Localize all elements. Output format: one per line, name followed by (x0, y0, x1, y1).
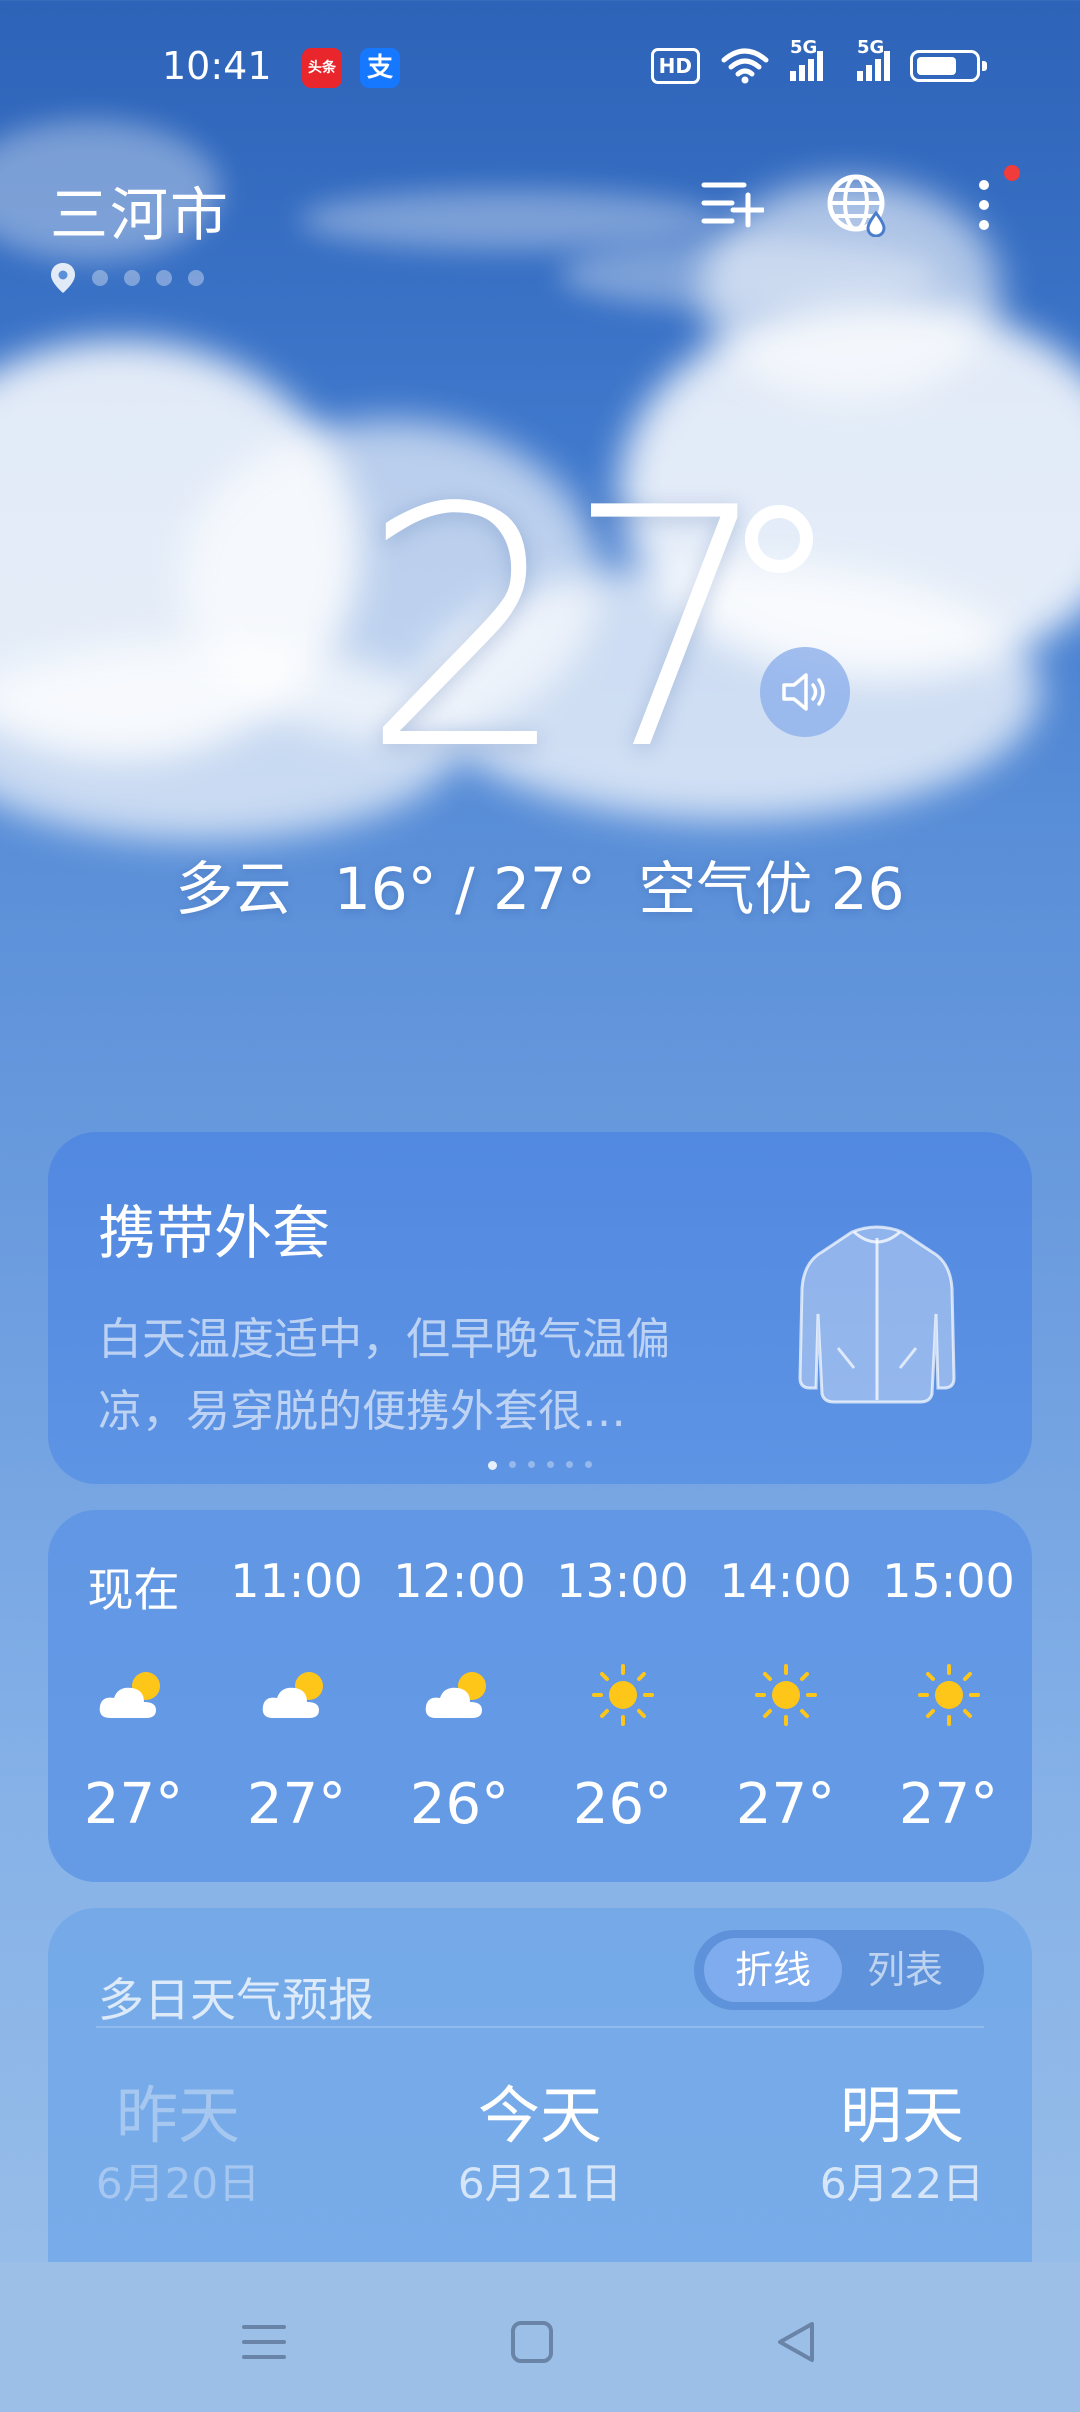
city-name[interactable]: 三河市 (50, 168, 230, 252)
hour-temp: 27° (735, 1772, 836, 1837)
recent-apps-button[interactable] (224, 2302, 304, 2382)
wifi-icon (721, 48, 769, 84)
status-time: 10:41 (162, 44, 272, 88)
divider (96, 2026, 984, 2028)
menu-icon (242, 2325, 286, 2359)
alipay-app-icon: 支 (360, 48, 400, 88)
forecast-day-today[interactable]: 今天 6月21日 (410, 2078, 670, 2214)
page-dot (92, 270, 108, 286)
tip-carousel-indicator (48, 1461, 1032, 1470)
line-chart-mode-option[interactable]: 折线 (704, 1938, 842, 2002)
air-quality-text[interactable]: 空气优 26 (638, 855, 904, 923)
degree-symbol (745, 505, 813, 573)
add-list-icon (701, 182, 764, 228)
battery-icon (910, 50, 987, 82)
sunny-icon (591, 1664, 654, 1726)
partly-cloudy-icon (425, 1672, 486, 1718)
hour-temp: 27° (246, 1772, 347, 1837)
clothing-tip-card[interactable]: 携带外套 白天温度适中，但早晚气温偏凉，易穿脱的便携外套很… (48, 1132, 1032, 1484)
sunny-icon (917, 1664, 980, 1726)
carousel-dot (585, 1461, 592, 1468)
carousel-dot (528, 1461, 535, 1468)
current-temperature: 27 (360, 438, 774, 822)
more-menu-button[interactable] (944, 165, 1024, 245)
hour-temp: 26° (409, 1772, 510, 1837)
hour-time: 12:00 (393, 1554, 526, 1608)
forecast-title: 多日天气预报 (98, 1973, 374, 2027)
sunny-icon (754, 1664, 817, 1726)
partly-cloudy-icon (99, 1672, 160, 1718)
system-navigation-bar (0, 2262, 1080, 2412)
add-city-button[interactable] (692, 165, 772, 245)
day-date: 6月21日 (457, 2159, 623, 2208)
day-name: 今天 (477, 2079, 602, 2152)
day-date: 6月22日 (819, 2159, 985, 2208)
signal-5g-icon-2: 5G (857, 37, 890, 81)
status-bar: 10:41 头条 支 HD 5G 5G (0, 0, 1080, 140)
carousel-dot-active (488, 1461, 497, 1470)
weather-summary: 多云 16° / 27° 空气优 26 (0, 842, 1080, 926)
hour-temp: 27° (898, 1772, 999, 1837)
carousel-dot (547, 1461, 554, 1468)
status-icons: HD 5G 5G (650, 37, 987, 86)
page-dot (124, 270, 140, 286)
page-dot (156, 270, 172, 286)
city-page-indicator (50, 262, 204, 294)
hourly-forecast-card[interactable]: 现在 27° 11:00 27° 12:00 26° 13:00 26° 14:… (48, 1510, 1032, 1882)
tip-title: 携带外套 (98, 1199, 331, 1267)
home-button[interactable] (492, 2302, 572, 2382)
forecast-day-yesterday[interactable]: 昨天 6月20日 (48, 2078, 308, 2214)
multi-day-forecast-card[interactable]: 多日天气预报 折线 列表 昨天 6月20日 今天 6月21日 明天 6月22日 (48, 1908, 1032, 2268)
signal-5g-icon-1: 5G (790, 37, 823, 81)
more-vertical-icon (979, 180, 989, 230)
globe-icon (827, 174, 886, 237)
location-pin-icon (51, 263, 75, 293)
home-square-icon (511, 2321, 553, 2363)
page-dot (188, 270, 204, 286)
carousel-dot (509, 1461, 516, 1468)
hour-time: 15:00 (882, 1554, 1015, 1608)
carousel-dot (566, 1461, 573, 1468)
speaker-icon (782, 673, 825, 711)
partly-cloudy-icon (262, 1672, 323, 1718)
tip-body: 白天温度适中，但早晚气温偏凉，易穿脱的便携外套很… (98, 1314, 670, 1437)
hour-temp: 26° (572, 1772, 673, 1837)
forecast-day-tomorrow[interactable]: 明天 6月22日 (772, 2078, 1032, 2214)
jacket-icon (798, 1225, 956, 1404)
hd-voice-icon: HD (650, 48, 700, 84)
day-date: 6月20日 (95, 2159, 261, 2208)
back-button[interactable] (756, 2302, 836, 2382)
temperature-range: 16° / 27° (333, 855, 596, 923)
voice-broadcast-button[interactable] (760, 647, 850, 737)
hour-time: 现在 (87, 1563, 180, 1617)
hour-temp: 27° (83, 1772, 184, 1837)
toutiao-app-icon: 头条 (302, 48, 342, 88)
condition-text: 多云 (175, 855, 292, 923)
back-triangle-icon (778, 2322, 814, 2362)
hour-time: 13:00 (556, 1554, 689, 1608)
hour-time: 11:00 (230, 1554, 363, 1608)
day-name: 昨天 (115, 2079, 240, 2152)
view-mode-toggle[interactable]: 折线 列表 (694, 1930, 984, 2010)
list-mode-option[interactable]: 列表 (836, 1938, 974, 2002)
hour-time: 14:00 (719, 1554, 852, 1608)
day-name: 明天 (839, 2079, 964, 2152)
notification-dot (1004, 165, 1020, 181)
globe-button[interactable] (818, 165, 898, 245)
